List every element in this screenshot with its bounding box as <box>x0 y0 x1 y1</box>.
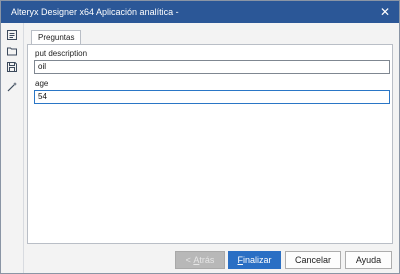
cancel-button[interactable]: Cancelar <box>285 251 341 269</box>
questions-panel: put description age <box>27 44 393 244</box>
back-button-rest: trás <box>199 255 215 265</box>
finish-button-rest: inalizar <box>242 255 272 265</box>
window-title: Alteryx Designer x64 Aplicación analític… <box>11 7 179 17</box>
folder-open-icon[interactable] <box>4 43 20 59</box>
tab-preguntas[interactable]: Preguntas <box>31 30 82 45</box>
close-icon[interactable]: ✕ <box>377 4 393 20</box>
main-content: Preguntas put description age <box>27 29 393 244</box>
title-bar: Alteryx Designer x64 Aplicación analític… <box>1 1 399 23</box>
sidebar-toolbar <box>1 23 24 273</box>
help-button[interactable]: Ayuda <box>345 251 392 269</box>
field-label-age: age <box>35 79 49 88</box>
back-button[interactable]: < Atrás <box>175 251 225 269</box>
finish-button[interactable]: Finalizar <box>228 251 281 269</box>
app-window: Alteryx Designer x64 Aplicación analític… <box>0 0 400 274</box>
age-input[interactable] <box>34 90 390 104</box>
interface-icon[interactable] <box>4 27 20 43</box>
magic-wand-icon[interactable] <box>4 79 20 95</box>
back-button-prefix: < <box>185 255 194 265</box>
description-input[interactable] <box>34 60 390 74</box>
field-label-description: put description <box>35 49 88 58</box>
save-icon[interactable] <box>4 59 20 75</box>
